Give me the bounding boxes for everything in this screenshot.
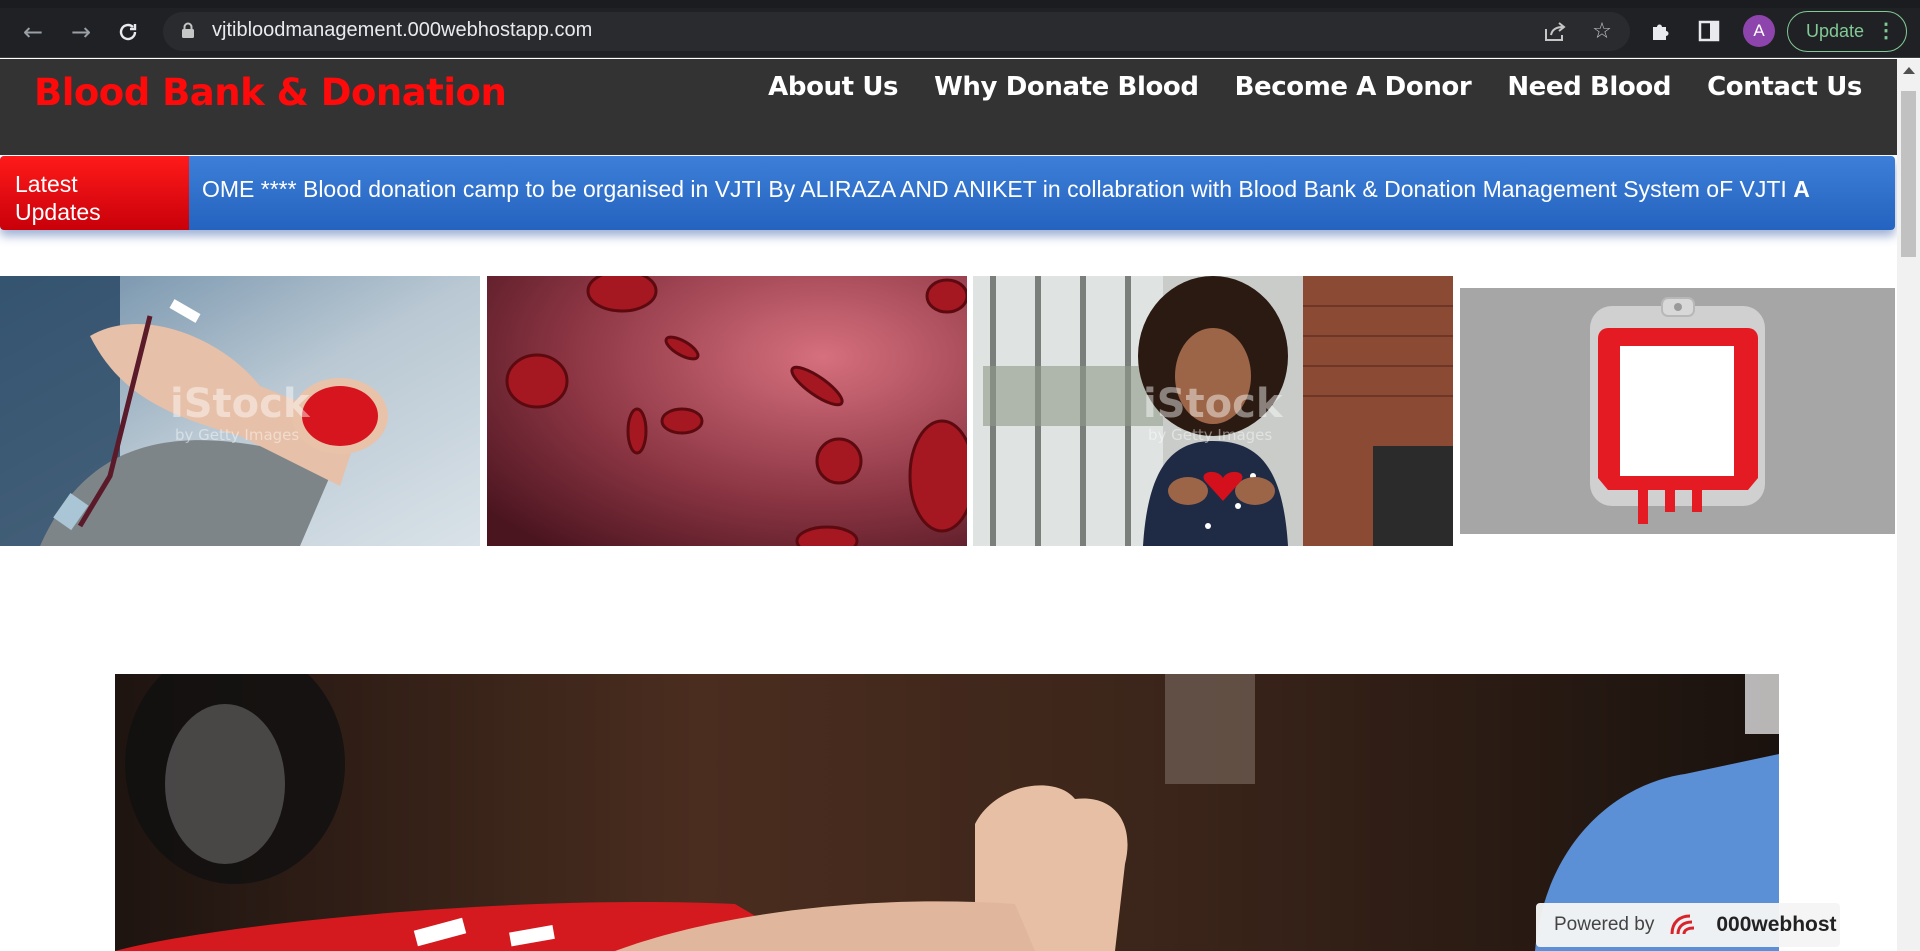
extensions-puzzle-icon[interactable] — [1644, 14, 1678, 48]
gallery-image-woman-heart: iStock by Getty Images — [973, 276, 1453, 546]
istock-watermark: iStock — [1143, 381, 1283, 427]
share-icon[interactable] — [1540, 16, 1570, 46]
back-arrow-icon[interactable]: ← — [15, 14, 51, 50]
main-nav: About Us Why Donate Blood Become A Donor… — [768, 72, 1862, 102]
gallery-image-blood-bag — [1460, 288, 1895, 534]
ticker-label-text: Latest Updates — [15, 171, 101, 225]
more-menu-icon[interactable]: ⋮ — [1876, 18, 1896, 43]
side-panel-icon[interactable] — [1692, 14, 1726, 48]
nav-need-blood[interactable]: Need Blood — [1507, 72, 1671, 102]
nav-why-donate-blood[interactable]: Why Donate Blood — [934, 72, 1199, 102]
powered-by-label: Powered by — [1554, 914, 1655, 935]
tab-strip — [0, 0, 1920, 8]
istock-watermark: iStock — [170, 381, 310, 427]
istock-watermark-sub: by Getty Images — [175, 426, 300, 444]
ticker-message: OME **** Blood donation camp to be organ… — [202, 176, 1787, 202]
istock-watermark-sub: by Getty Images — [1148, 426, 1273, 444]
nav-about-us[interactable]: About Us — [768, 72, 898, 102]
bookmark-star-icon[interactable]: ☆ — [1587, 16, 1617, 46]
browser-toolbar: ← → vjtibloodmanagement.000webhostapp.co… — [0, 0, 1920, 58]
scroll-up-arrow-icon[interactable] — [1903, 67, 1915, 74]
nav-contact-us[interactable]: Contact Us — [1707, 72, 1862, 102]
ticker-marquee-text: OME **** Blood donation camp to be organ… — [202, 176, 1882, 203]
hero-image-blood-donation — [115, 674, 1779, 951]
update-button[interactable]: Update ⋮ — [1787, 11, 1907, 52]
powered-by-brand: 000webhost — [1716, 913, 1837, 936]
gallery-image-blood-cells — [487, 276, 967, 546]
page-scrollbar[interactable] — [1897, 59, 1920, 951]
reload-icon[interactable] — [110, 14, 146, 50]
powered-by-badge[interactable]: Powered by 000webhost — [1536, 903, 1840, 947]
profile-avatar[interactable]: A — [1743, 15, 1775, 47]
ticker-label: Latest Updates — [0, 156, 189, 230]
site-header: Blood Bank & Donation About Us Why Donat… — [0, 59, 1897, 155]
lock-icon — [182, 22, 194, 38]
url-text[interactable]: vjtibloodmanagement.000webhostapp.com — [212, 19, 592, 42]
ticker-next-letter: A — [1793, 176, 1810, 202]
forward-arrow-icon[interactable]: → — [63, 14, 99, 50]
nav-become-a-donor[interactable]: Become A Donor — [1235, 72, 1472, 102]
scroll-thumb[interactable] — [1901, 91, 1916, 257]
gallery-image-donor-arm: iStock by Getty Images — [0, 276, 480, 546]
update-label: Update — [1806, 21, 1865, 41]
site-brand[interactable]: Blood Bank & Donation — [34, 71, 507, 114]
000webhost-logo-icon — [1670, 914, 1695, 935]
latest-updates-ticker: Latest Updates OME **** Blood donation c… — [0, 156, 1895, 230]
